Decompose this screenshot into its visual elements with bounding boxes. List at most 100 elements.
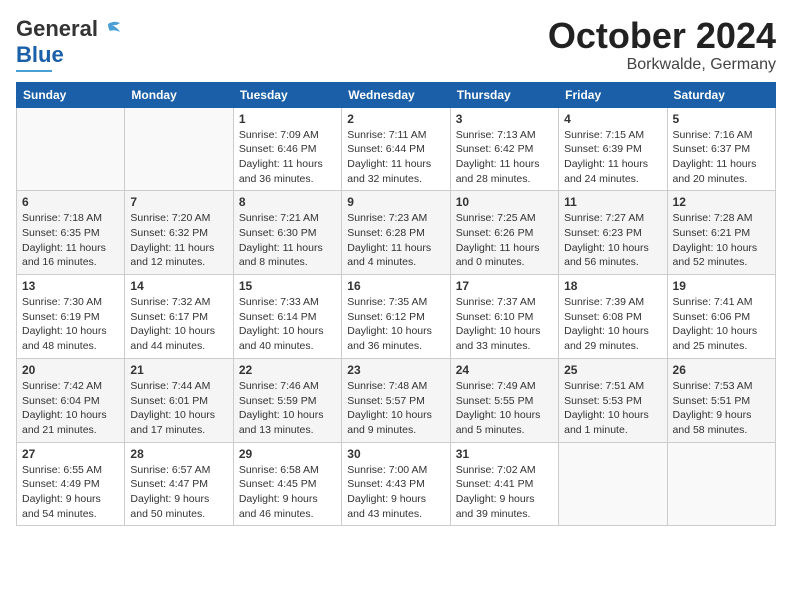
day-content: Sunrise: 6:58 AM Sunset: 4:45 PM Dayligh… xyxy=(239,463,336,522)
day-content: Sunrise: 7:49 AM Sunset: 5:55 PM Dayligh… xyxy=(456,379,553,438)
day-number: 9 xyxy=(347,195,444,209)
day-number: 8 xyxy=(239,195,336,209)
col-monday: Monday xyxy=(125,82,233,107)
calendar-cell: 15 Sunrise: 7:33 AM Sunset: 6:14 PM Dayli… xyxy=(233,275,341,359)
day-number: 7 xyxy=(130,195,227,209)
calendar-cell: 7 Sunrise: 7:20 AM Sunset: 6:32 PM Daylig… xyxy=(125,191,233,275)
day-number: 5 xyxy=(673,112,770,126)
day-content: Sunrise: 7:30 AM Sunset: 6:19 PM Dayligh… xyxy=(22,295,119,354)
calendar-cell: 19Sunrise: 7:41 AM Sunset: 6:06 PM Dayli… xyxy=(667,275,775,359)
day-number: 25 xyxy=(564,363,661,377)
logo: General Blue xyxy=(16,16,122,72)
calendar-cell: 5 Sunrise: 7:16 AM Sunset: 6:37 PM Daylig… xyxy=(667,107,775,191)
calendar-cell: 27 Sunrise: 6:55 AM Sunset: 4:49 PM Dayli… xyxy=(17,442,125,526)
col-thursday: Thursday xyxy=(450,82,558,107)
page-title: October 2024 xyxy=(548,16,776,56)
day-content: Sunrise: 7:20 AM Sunset: 6:32 PM Dayligh… xyxy=(130,211,227,270)
calendar-cell: 4 Sunrise: 7:15 AM Sunset: 6:39 PM Daylig… xyxy=(559,107,667,191)
calendar-cell: 2 Sunrise: 7:11 AM Sunset: 6:44 PM Daylig… xyxy=(342,107,450,191)
day-number: 4 xyxy=(564,112,661,126)
calendar-cell: 31 Sunrise: 7:02 AM Sunset: 4:41 PM Dayli… xyxy=(450,442,558,526)
calendar-cell: 28Sunrise: 6:57 AM Sunset: 4:47 PM Dayli… xyxy=(125,442,233,526)
day-content: Sunrise: 7:28 AM Sunset: 6:21 PM Dayligh… xyxy=(673,211,770,270)
day-number: 3 xyxy=(456,112,553,126)
day-content: Sunrise: 7:37 AM Sunset: 6:10 PM Dayligh… xyxy=(456,295,553,354)
calendar-header-row: Sunday Monday Tuesday Wednesday Thursday… xyxy=(17,82,776,107)
logo-blue: Blue xyxy=(16,42,64,68)
day-number: 31 xyxy=(456,447,553,461)
calendar-week-row: 13 Sunrise: 7:30 AM Sunset: 6:19 PM Dayli… xyxy=(17,275,776,359)
day-number: 17 xyxy=(456,279,553,293)
day-content: Sunrise: 7:02 AM Sunset: 4:41 PM Dayligh… xyxy=(456,463,553,522)
day-number: 27 xyxy=(22,447,119,461)
logo-underline xyxy=(16,70,52,72)
calendar-cell: 21Sunrise: 7:44 AM Sunset: 6:01 PM Dayli… xyxy=(125,358,233,442)
day-number: 14 xyxy=(130,279,227,293)
day-number: 30 xyxy=(347,447,444,461)
calendar-cell: 29 Sunrise: 6:58 AM Sunset: 4:45 PM Dayli… xyxy=(233,442,341,526)
col-friday: Friday xyxy=(559,82,667,107)
day-number: 23 xyxy=(347,363,444,377)
calendar-cell: 14 Sunrise: 7:32 AM Sunset: 6:17 PM Dayli… xyxy=(125,275,233,359)
day-number: 12 xyxy=(673,195,770,209)
day-number: 15 xyxy=(239,279,336,293)
calendar-cell: 17 Sunrise: 7:37 AM Sunset: 6:10 PM Dayli… xyxy=(450,275,558,359)
calendar-cell: 24 Sunrise: 7:49 AM Sunset: 5:55 PM Dayli… xyxy=(450,358,558,442)
calendar-cell: 6Sunrise: 7:18 AM Sunset: 6:35 PM Daylig… xyxy=(17,191,125,275)
day-content: Sunrise: 7:32 AM Sunset: 6:17 PM Dayligh… xyxy=(130,295,227,354)
day-number: 28 xyxy=(130,447,227,461)
calendar-cell: 16Sunrise: 7:35 AM Sunset: 6:12 PM Dayli… xyxy=(342,275,450,359)
calendar-cell: 12 Sunrise: 7:28 AM Sunset: 6:21 PM Dayli… xyxy=(667,191,775,275)
day-content: Sunrise: 7:48 AM Sunset: 5:57 PM Dayligh… xyxy=(347,379,444,438)
day-content: Sunrise: 7:53 AM Sunset: 5:51 PM Dayligh… xyxy=(673,379,770,438)
day-number: 24 xyxy=(456,363,553,377)
day-number: 22 xyxy=(239,363,336,377)
day-content: Sunrise: 7:46 AM Sunset: 5:59 PM Dayligh… xyxy=(239,379,336,438)
calendar-week-row: 6Sunrise: 7:18 AM Sunset: 6:35 PM Daylig… xyxy=(17,191,776,275)
day-number: 13 xyxy=(22,279,119,293)
day-content: Sunrise: 7:44 AM Sunset: 6:01 PM Dayligh… xyxy=(130,379,227,438)
day-number: 26 xyxy=(673,363,770,377)
calendar-cell xyxy=(125,107,233,191)
calendar-cell: 11Sunrise: 7:27 AM Sunset: 6:23 PM Dayli… xyxy=(559,191,667,275)
calendar-cell: 23 Sunrise: 7:48 AM Sunset: 5:57 PM Dayli… xyxy=(342,358,450,442)
day-content: Sunrise: 7:11 AM Sunset: 6:44 PM Dayligh… xyxy=(347,128,444,187)
day-number: 2 xyxy=(347,112,444,126)
calendar-cell: 8 Sunrise: 7:21 AM Sunset: 6:30 PM Daylig… xyxy=(233,191,341,275)
calendar-cell: 25Sunrise: 7:51 AM Sunset: 5:53 PM Dayli… xyxy=(559,358,667,442)
day-content: Sunrise: 7:16 AM Sunset: 6:37 PM Dayligh… xyxy=(673,128,770,187)
calendar-cell xyxy=(667,442,775,526)
col-sunday: Sunday xyxy=(17,82,125,107)
calendar-cell: 30Sunrise: 7:00 AM Sunset: 4:43 PM Dayli… xyxy=(342,442,450,526)
calendar-cell: 20Sunrise: 7:42 AM Sunset: 6:04 PM Dayli… xyxy=(17,358,125,442)
calendar-cell xyxy=(559,442,667,526)
calendar-cell: 3Sunrise: 7:13 AM Sunset: 6:42 PM Daylig… xyxy=(450,107,558,191)
day-content: Sunrise: 7:09 AM Sunset: 6:46 PM Dayligh… xyxy=(239,128,336,187)
day-content: Sunrise: 7:25 AM Sunset: 6:26 PM Dayligh… xyxy=(456,211,553,270)
col-tuesday: Tuesday xyxy=(233,82,341,107)
day-number: 19 xyxy=(673,279,770,293)
day-number: 20 xyxy=(22,363,119,377)
day-number: 1 xyxy=(239,112,336,126)
day-number: 29 xyxy=(239,447,336,461)
day-content: Sunrise: 7:21 AM Sunset: 6:30 PM Dayligh… xyxy=(239,211,336,270)
day-number: 10 xyxy=(456,195,553,209)
day-content: Sunrise: 7:33 AM Sunset: 6:14 PM Dayligh… xyxy=(239,295,336,354)
day-number: 18 xyxy=(564,279,661,293)
day-content: Sunrise: 7:39 AM Sunset: 6:08 PM Dayligh… xyxy=(564,295,661,354)
logo-bird-icon xyxy=(100,18,122,40)
day-content: Sunrise: 7:23 AM Sunset: 6:28 PM Dayligh… xyxy=(347,211,444,270)
col-wednesday: Wednesday xyxy=(342,82,450,107)
calendar-cell: 1 Sunrise: 7:09 AM Sunset: 6:46 PM Daylig… xyxy=(233,107,341,191)
day-content: Sunrise: 7:35 AM Sunset: 6:12 PM Dayligh… xyxy=(347,295,444,354)
day-content: Sunrise: 7:15 AM Sunset: 6:39 PM Dayligh… xyxy=(564,128,661,187)
day-content: Sunrise: 6:55 AM Sunset: 4:49 PM Dayligh… xyxy=(22,463,119,522)
calendar-cell: 9 Sunrise: 7:23 AM Sunset: 6:28 PM Daylig… xyxy=(342,191,450,275)
col-saturday: Saturday xyxy=(667,82,775,107)
calendar-week-row: 1 Sunrise: 7:09 AM Sunset: 6:46 PM Daylig… xyxy=(17,107,776,191)
calendar-cell: 10 Sunrise: 7:25 AM Sunset: 6:26 PM Dayli… xyxy=(450,191,558,275)
calendar-cell: 22 Sunrise: 7:46 AM Sunset: 5:59 PM Dayli… xyxy=(233,358,341,442)
calendar-week-row: 27 Sunrise: 6:55 AM Sunset: 4:49 PM Dayli… xyxy=(17,442,776,526)
calendar-cell: 13 Sunrise: 7:30 AM Sunset: 6:19 PM Dayli… xyxy=(17,275,125,359)
title-block: October 2024 Borkwalde, Germany xyxy=(548,16,776,74)
